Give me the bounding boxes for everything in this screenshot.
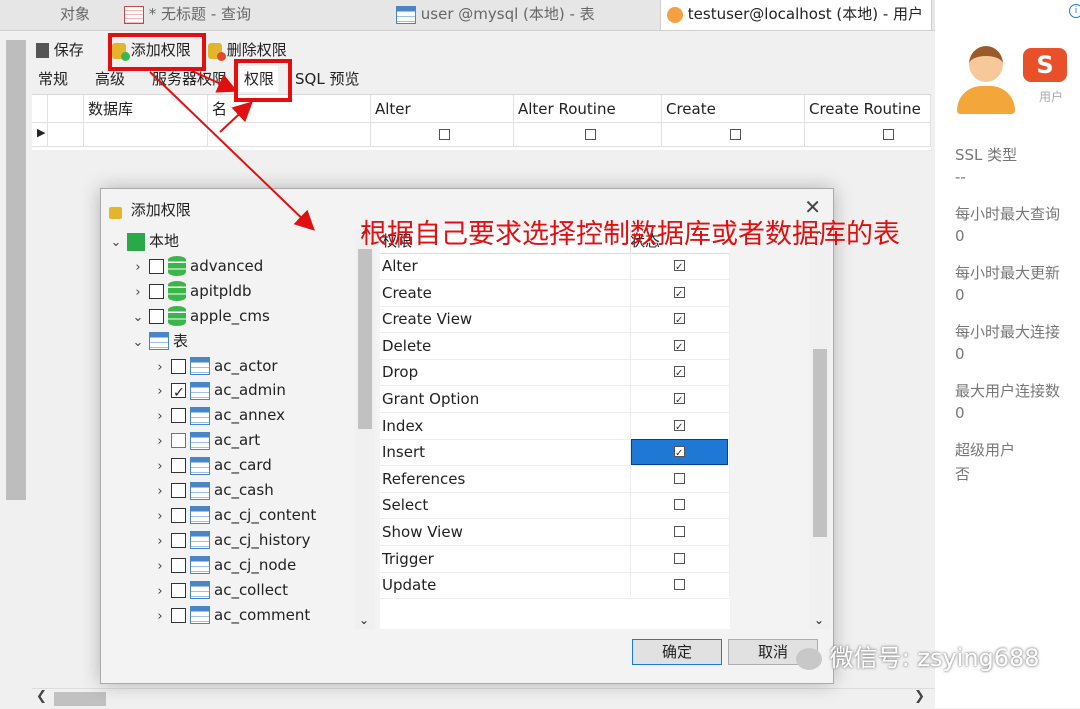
arrow-up-to-tab xyxy=(219,101,253,133)
arrow-to-dialog xyxy=(149,71,315,231)
wechat-icon xyxy=(796,648,822,670)
arrow-to-privileges-tab xyxy=(189,69,238,93)
wechat-watermark: 微信号: zsying688 xyxy=(796,641,1040,675)
annotation-arrows xyxy=(149,69,315,231)
annotation-text: 根据自己要求选择控制数据库或者数据库的表 xyxy=(360,219,900,250)
